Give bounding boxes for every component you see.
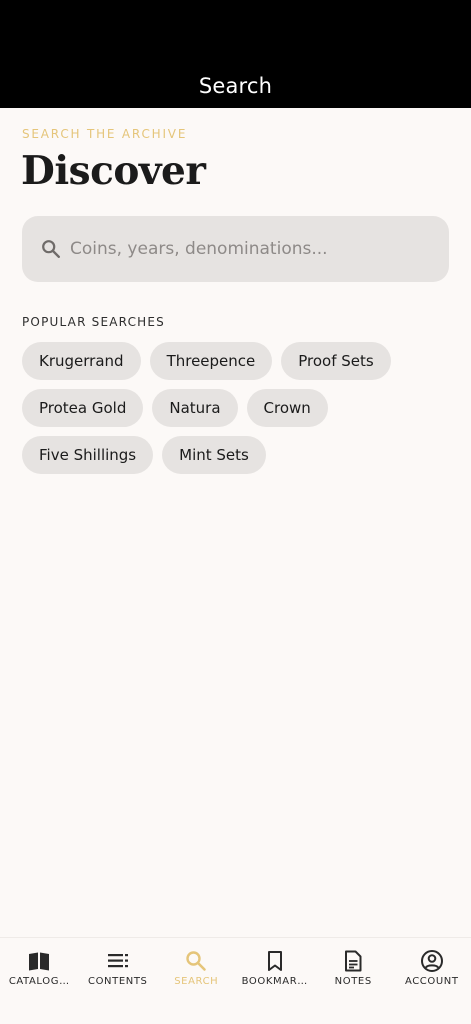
search-bar[interactable] <box>22 216 449 282</box>
document-icon <box>345 950 362 972</box>
nav-label: BOOKMAR… <box>241 976 308 987</box>
chip-krugerrand[interactable]: Krugerrand <box>22 342 141 380</box>
nav-label: CONTENTS <box>88 976 148 987</box>
chip-row: Protea Gold Natura Crown <box>22 389 452 427</box>
nav-notes[interactable]: NOTES <box>314 938 393 1024</box>
nav-search[interactable]: SEARCH <box>157 938 236 1024</box>
chip-protea-gold[interactable]: Protea Gold <box>22 389 144 427</box>
nav-label: ACCOUNT <box>404 976 459 987</box>
section-eyebrow: SEARCH THE ARCHIVE <box>22 127 188 141</box>
list-icon <box>107 954 128 968</box>
chip-row: Krugerrand Threepence Proof Sets <box>22 342 452 380</box>
chip-row: Five Shillings Mint Sets <box>22 436 452 474</box>
screen-title: Search <box>198 74 273 98</box>
search-icon <box>186 951 207 971</box>
nav-account[interactable]: ACCOUNT <box>393 938 471 1024</box>
chip-five-shillings[interactable]: Five Shillings <box>22 436 154 474</box>
popular-searches-label: POPULAR SEARCHES <box>22 315 165 329</box>
top-app-bar: Search <box>0 0 471 108</box>
nav-label: SEARCH <box>174 976 219 987</box>
chip-threepence[interactable]: Threepence <box>149 342 273 380</box>
nav-bookmarks[interactable]: BOOKMAR… <box>236 938 315 1024</box>
search-icon <box>42 240 60 258</box>
search-screen: Search SEARCH THE ARCHIVE Discover POPUL… <box>0 0 471 1024</box>
chip-mint-sets[interactable]: Mint Sets <box>162 436 266 474</box>
nav-contents[interactable]: CONTENTS <box>79 938 158 1024</box>
search-input[interactable] <box>70 216 430 282</box>
nav-label: NOTES <box>334 976 372 987</box>
book-open-icon <box>29 952 50 971</box>
chip-natura[interactable]: Natura <box>152 389 238 427</box>
account-circle-icon <box>420 950 443 972</box>
bottom-navigation: CATALOG… CONTENTS SEARCH BOOKMAR… NOTES … <box>0 937 471 1024</box>
chip-crown[interactable]: Crown <box>246 389 328 427</box>
bookmark-icon <box>267 951 282 971</box>
nav-catalog[interactable]: CATALOG… <box>0 938 79 1024</box>
chip-proof-sets[interactable]: Proof Sets <box>281 342 391 380</box>
nav-label: CATALOG… <box>8 976 70 987</box>
popular-searches-chips: Krugerrand Threepence Proof Sets Protea … <box>22 342 452 483</box>
page-headline: Discover <box>21 148 206 194</box>
